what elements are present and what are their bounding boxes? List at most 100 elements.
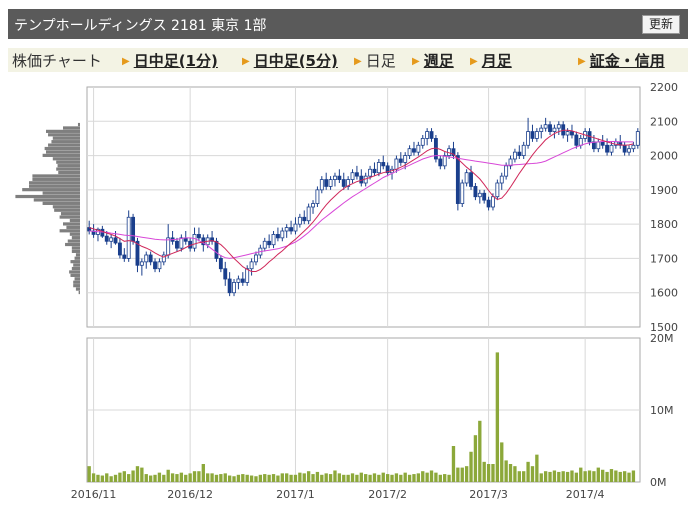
price-tick-label: 1800 (650, 218, 678, 231)
volume-bar (236, 474, 241, 482)
price-profile-bar (51, 140, 80, 144)
price-profile-bar (29, 181, 80, 185)
candle-body (570, 131, 574, 136)
candle-body (218, 258, 223, 270)
volume-bar (206, 473, 210, 482)
volume-bar (245, 474, 249, 482)
candle-body (469, 172, 473, 187)
price-profile-bar (66, 225, 80, 229)
candle-body (416, 144, 421, 153)
candle-body (139, 261, 144, 266)
price-profile-bar (60, 212, 80, 216)
volume-bar (609, 469, 614, 482)
price-profile-bar (70, 260, 80, 264)
candle-body (297, 216, 302, 225)
volume-bar (438, 474, 442, 482)
candle-body (227, 278, 232, 294)
volume-tick-label: 20M (650, 332, 674, 345)
volume-bar (91, 473, 96, 482)
volume-bar (162, 474, 166, 482)
candle-body (407, 148, 412, 156)
candle-body (539, 127, 544, 132)
candle-body (284, 227, 289, 232)
candle-body (526, 131, 531, 146)
price-tick-label: 2000 (650, 150, 678, 163)
volume-bar (508, 464, 513, 482)
candle-body (429, 131, 434, 139)
candle-body (605, 144, 610, 153)
date-tick-label: 2016/12 (167, 488, 213, 501)
volume-bar (184, 474, 188, 482)
date-tick-label: 2017/1 (276, 488, 315, 501)
volume-bar (513, 466, 517, 482)
volume-bar (429, 470, 434, 482)
candle-body (262, 240, 267, 249)
candle-body (381, 162, 386, 167)
price-profile-bar (42, 153, 80, 157)
candle-body (420, 138, 425, 146)
candle-body (289, 227, 294, 232)
volume-bar (552, 470, 557, 482)
price-profile-bar (71, 246, 80, 250)
candle-body (627, 148, 631, 153)
volume-bar (355, 474, 359, 482)
candle-body (552, 127, 557, 132)
candle-body (521, 144, 526, 156)
price-tick-label: 2100 (650, 115, 678, 128)
price-profile-bar (73, 280, 80, 284)
price-profile-bar (56, 167, 80, 171)
candle-body (179, 237, 184, 249)
candle-body (161, 254, 166, 263)
price-profile-bar (58, 170, 80, 175)
volume-bar (289, 474, 293, 482)
candle-body (574, 134, 579, 146)
candle-body (482, 192, 487, 201)
candle-body (534, 131, 539, 139)
candle-body (398, 158, 403, 163)
volume-bar (377, 474, 381, 482)
volume-bar (368, 474, 372, 482)
volume-bar (328, 474, 333, 482)
volume-bar (320, 474, 324, 482)
volume-bar (478, 420, 482, 482)
volume-bar (333, 470, 337, 482)
candle-body (144, 254, 149, 263)
volume-bar (530, 466, 535, 482)
price-profile-bar (52, 157, 80, 161)
volume-bar (425, 472, 429, 482)
volume-bar (166, 469, 170, 482)
candle-body (328, 179, 333, 187)
price-profile-bar (57, 164, 80, 168)
candle-body (236, 278, 241, 283)
candle-body (460, 182, 465, 204)
volume-bar (469, 451, 473, 482)
volume-bar (118, 472, 122, 482)
volume-bar (342, 474, 346, 482)
candle-body (245, 268, 250, 283)
candle-body (311, 203, 315, 208)
candle-body (214, 240, 219, 259)
volume-bar (443, 474, 447, 482)
candle-body (473, 186, 478, 198)
volume-bar (456, 467, 460, 482)
candle-body (104, 235, 109, 242)
candle-body (464, 172, 469, 184)
volume-bar (140, 467, 144, 482)
candle-body (368, 168, 373, 177)
price-profile-bar (71, 266, 80, 271)
volume-bar (364, 474, 368, 482)
candle-body (499, 175, 504, 184)
candle-body (412, 148, 416, 153)
volume-bar (306, 471, 311, 482)
price-profile-bar (48, 133, 80, 137)
volume-bar (535, 454, 539, 482)
candle-body (153, 261, 157, 270)
volume-bar (622, 471, 627, 482)
price-profile-bar (52, 205, 80, 209)
volume-bar (451, 446, 456, 482)
candle-body (306, 206, 311, 222)
volume-bar (276, 475, 280, 482)
volume-bar (201, 464, 205, 482)
volume-bar (605, 471, 609, 482)
volume-bar (495, 352, 500, 482)
